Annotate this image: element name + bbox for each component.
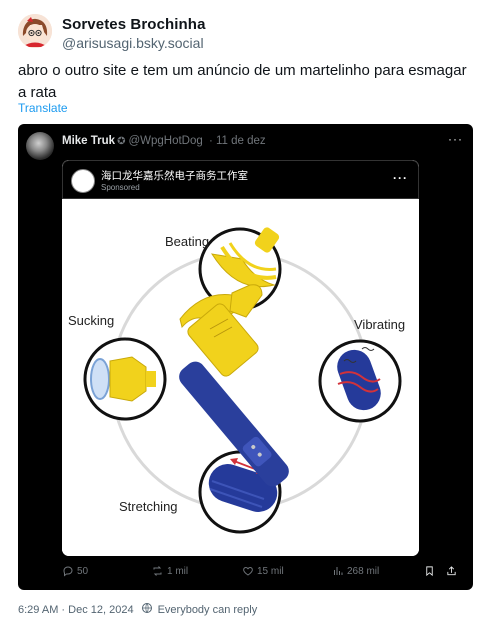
ad-product-image: Beating Sucking Vibrating Stretching xyxy=(62,199,419,556)
views-action: 268 mil xyxy=(332,565,379,577)
post-timestamp[interactable]: 6:29 AM · Dec 12, 2024 xyxy=(18,604,134,616)
label-vibrating: Vibrating xyxy=(354,317,405,332)
translate-link[interactable]: Translate xyxy=(18,101,68,115)
like-count: 15 mil xyxy=(257,565,284,577)
post-text: abro o outro site e tem um anúncio de um… xyxy=(18,62,467,101)
verified-badge-icon: ✪ xyxy=(117,136,126,147)
author-display-name[interactable]: Sorvetes Brochinha xyxy=(62,16,206,33)
views-count: 268 mil xyxy=(347,565,380,577)
reply-count: 50 xyxy=(77,565,89,577)
author-handle[interactable]: @arisusagi.bsky.social xyxy=(62,35,204,51)
label-stretching: Stretching xyxy=(119,499,178,514)
ad-company-name: 海口龙华嘉乐然电子商务工作室 xyxy=(101,170,248,182)
share-icon xyxy=(446,565,457,577)
embedded-actions-bar: 50 1 mil 15 mil 268 mil xyxy=(18,562,473,584)
more-icon: ··· xyxy=(448,132,463,146)
post-meta: 6:29 AM · Dec 12, 2024 Everybody can rep… xyxy=(18,602,257,617)
ad-sponsored-label: Sponsored xyxy=(101,183,140,192)
reply-setting[interactable]: Everybody can reply xyxy=(158,604,258,616)
embedded-author-name: Mike Truk xyxy=(62,135,116,147)
ad-company-logo xyxy=(71,169,95,193)
embedded-author-line: Mike Truk ✪ @WpgHotDog · 11 de dez xyxy=(62,135,266,147)
repost-count: 1 mil xyxy=(167,565,189,577)
author-avatar[interactable] xyxy=(18,14,52,48)
embedded-author-handle: @WpgHotDog xyxy=(128,135,203,147)
label-sucking: Sucking xyxy=(68,313,114,328)
repost-icon xyxy=(153,566,162,576)
embedded-post-date: · 11 de dez xyxy=(208,135,266,147)
embedded-author-avatar xyxy=(26,132,54,160)
label-beating: Beating xyxy=(165,234,209,249)
embedded-image[interactable]: Mike Truk ✪ @WpgHotDog · 11 de dez ··· 海口龙… xyxy=(18,124,473,590)
reply-icon xyxy=(63,566,73,577)
ad-header: 海口龙华嘉乐然电子商务工作室 Sponsored ··· xyxy=(62,160,419,199)
reply-action: 50 xyxy=(62,565,88,577)
globe-icon xyxy=(141,602,153,617)
sponsored-ad-card: 海口龙华嘉乐然电子商务工作室 Sponsored ··· Beating Suc… xyxy=(62,160,419,556)
bookmark-icon xyxy=(424,565,435,577)
like-icon xyxy=(243,566,253,576)
ad-more-icon: ··· xyxy=(393,171,408,185)
repost-action: 1 mil xyxy=(151,565,188,577)
like-action: 15 mil xyxy=(242,565,284,577)
post-card: Sorvetes Brochinha @arisusagi.bsky.socia… xyxy=(0,0,489,628)
views-icon xyxy=(334,567,343,575)
